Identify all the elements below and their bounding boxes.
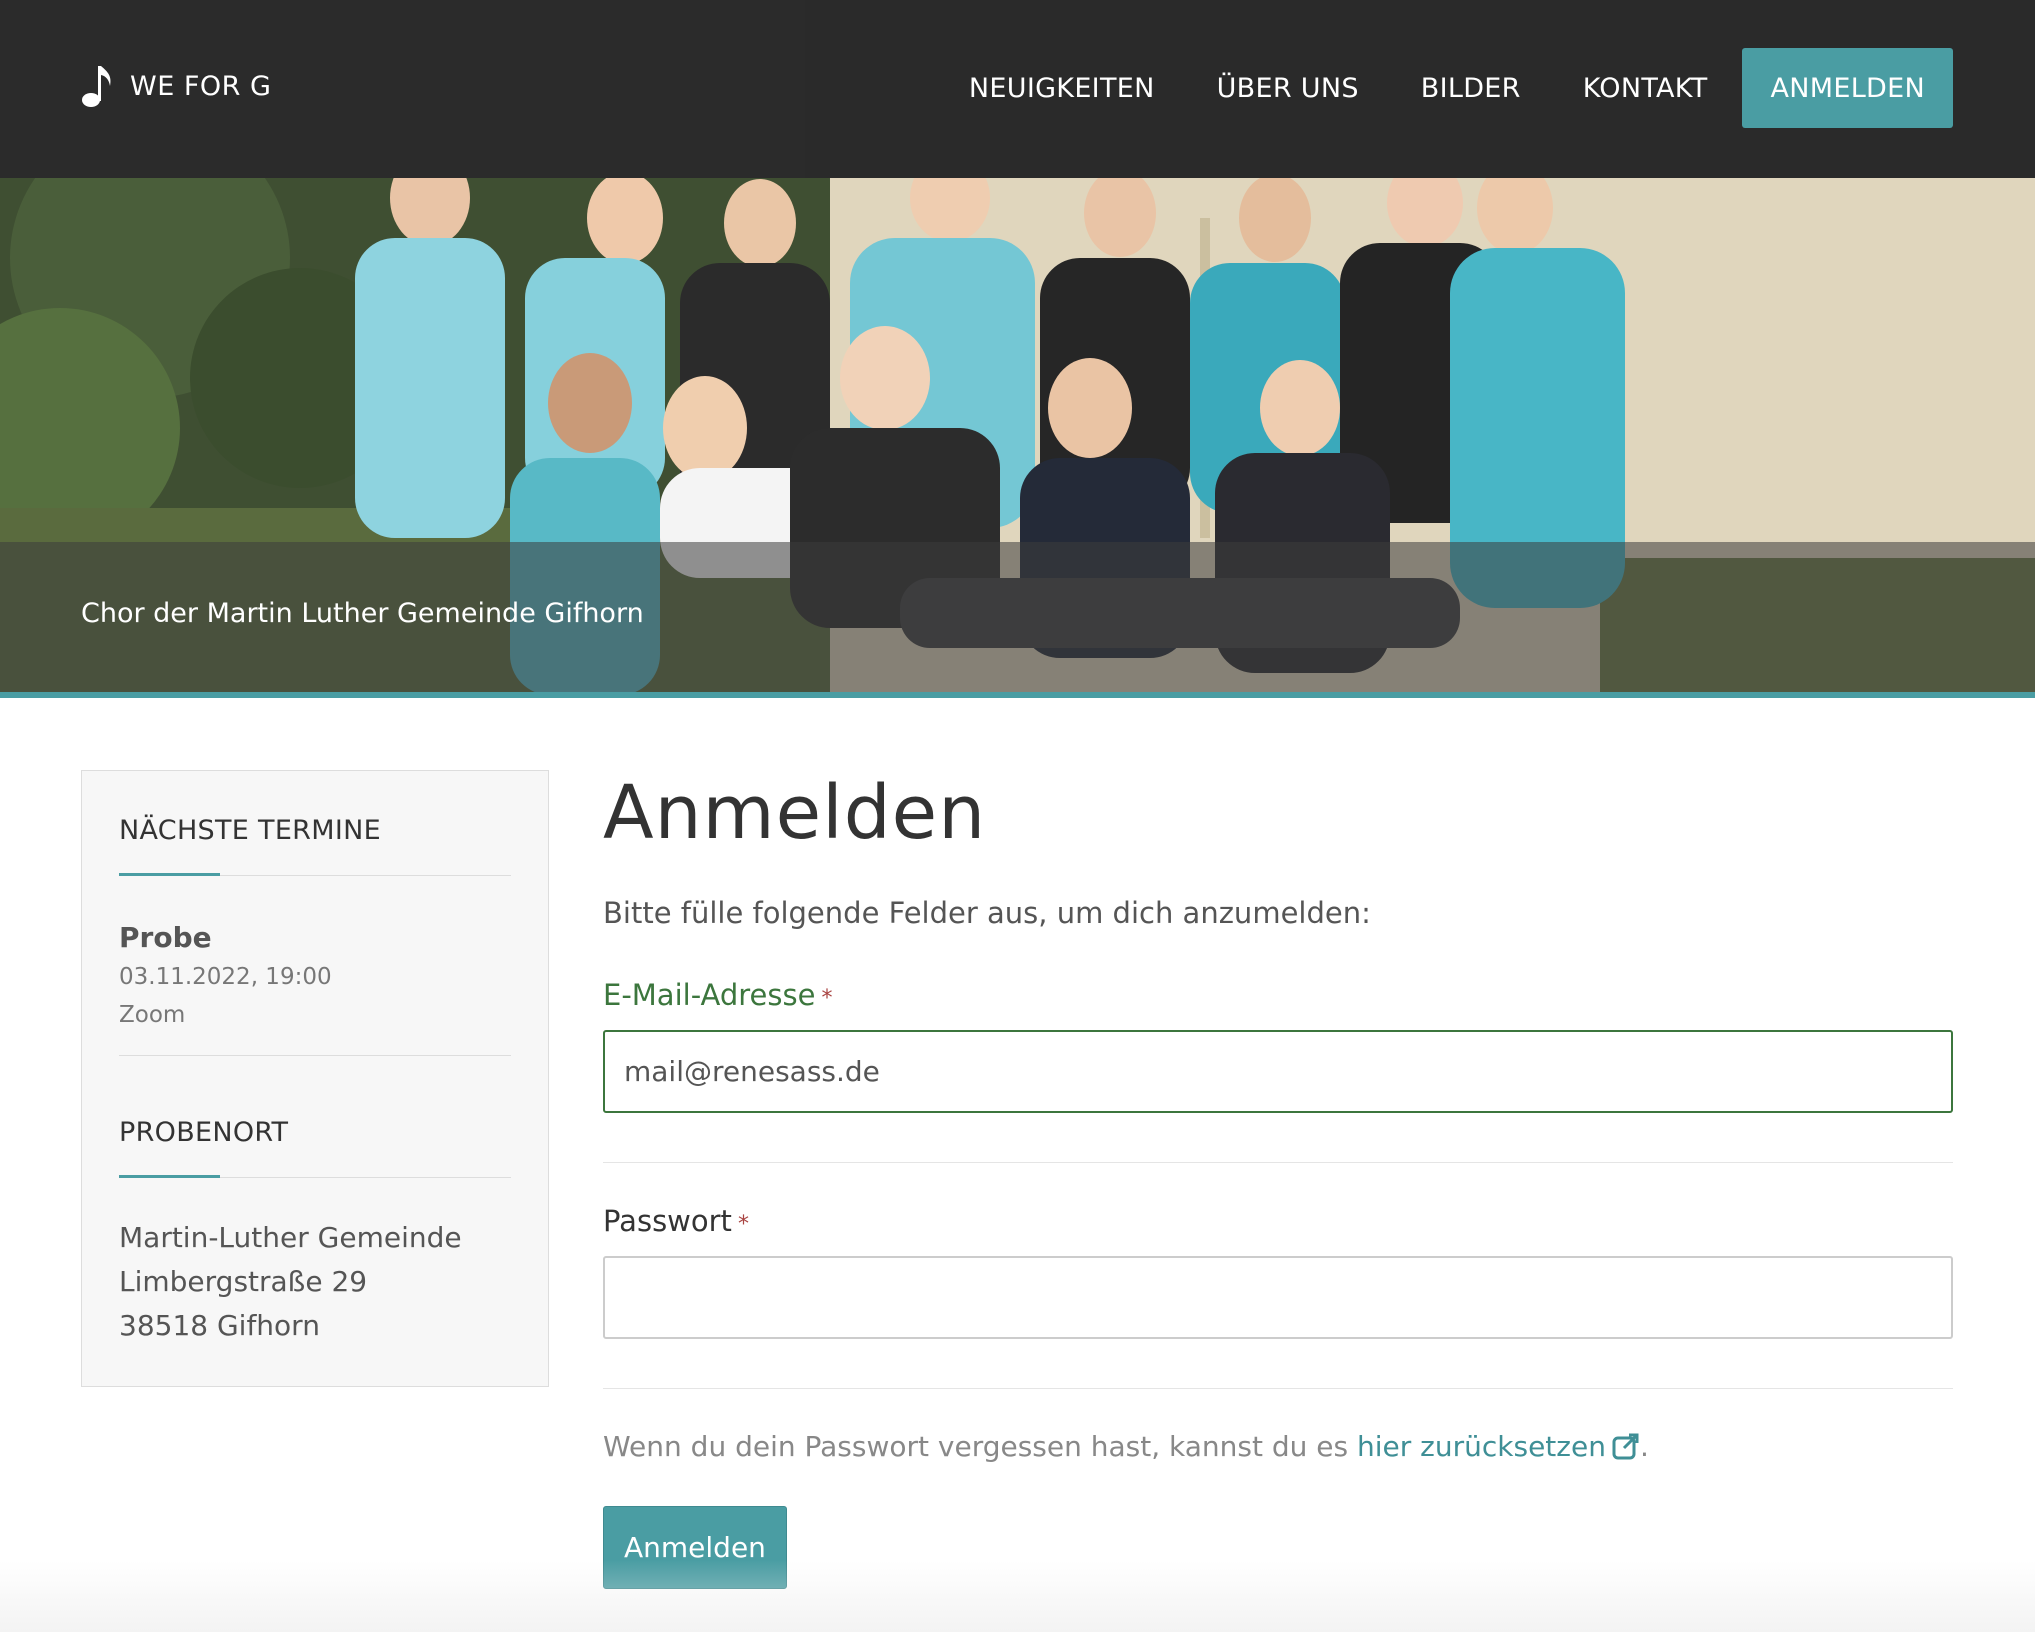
address-line: Limbergstraße 29 — [119, 1265, 368, 1298]
login-submit-button[interactable]: Anmelden — [603, 1506, 787, 1589]
bottom-fade — [0, 1560, 2035, 1632]
form-divider — [603, 1388, 1953, 1389]
nav-item-neuigkeiten[interactable]: NEUIGKEITEN — [969, 73, 1155, 104]
sidebar: NÄCHSTE TERMINE Probe 03.11.2022, 19:00 … — [81, 770, 549, 1387]
hero-banner: Chor der Martin Luther Gemeinde Gifhorn — [0, 178, 2035, 695]
nav-item-ueber-uns[interactable]: ÜBER UNS — [1217, 73, 1359, 104]
email-label: E-Mail-Adresse * — [603, 978, 832, 1012]
reset-password-link[interactable]: hier zurücksetzen — [1357, 1430, 1640, 1463]
address-line: 38518 Gifhorn — [119, 1309, 320, 1342]
forgot-password-end: . — [1639, 1430, 1649, 1463]
brand-name: WE FOR G — [130, 70, 272, 102]
required-marker: * — [737, 1212, 749, 1237]
main-nav: NEUIGKEITEN ÜBER UNS BILDER KONTAKT ANME… — [907, 48, 1953, 128]
address-line: Martin-Luther Gemeinde — [119, 1221, 462, 1254]
required-marker: * — [821, 986, 833, 1011]
hero-divider — [0, 692, 2035, 698]
password-field[interactable] — [603, 1256, 1953, 1339]
external-link-icon — [1612, 1433, 1639, 1460]
password-label-text: Passwort — [603, 1204, 732, 1238]
email-field[interactable] — [603, 1030, 1953, 1113]
nav-item-bilder[interactable]: BILDER — [1421, 73, 1521, 104]
section-divider — [119, 1055, 511, 1056]
form-intro: Bitte fülle folgende Felder aus, um dich… — [603, 896, 1371, 930]
upcoming-events-heading: NÄCHSTE TERMINE — [119, 815, 381, 846]
email-label-text: E-Mail-Adresse — [603, 978, 816, 1012]
form-divider — [603, 1162, 1953, 1163]
nav-login-button[interactable]: ANMELDEN — [1742, 48, 1953, 128]
page-title: Anmelden — [603, 770, 987, 856]
hero-caption: Chor der Martin Luther Gemeinde Gifhorn — [81, 598, 644, 629]
top-navbar: WE FOR G NEUIGKEITEN ÜBER UNS BILDER KON… — [0, 0, 2035, 178]
event-title[interactable]: Probe — [119, 921, 212, 954]
music-note-icon — [82, 66, 111, 107]
heading-accent — [119, 1175, 220, 1178]
forgot-password-text: Wenn du dein Passwort vergessen hast, ka… — [603, 1430, 1349, 1463]
brand-link[interactable]: WE FOR G — [80, 62, 271, 110]
event-place: Zoom — [119, 1002, 186, 1028]
event-datetime: 03.11.2022, 19:00 — [119, 964, 332, 990]
forgot-password-hint: Wenn du dein Passwort vergessen hast, ka… — [603, 1430, 1649, 1463]
heading-accent — [119, 873, 220, 876]
nav-item-kontakt[interactable]: KONTAKT — [1583, 73, 1708, 104]
password-label: Passwort * — [603, 1204, 749, 1238]
rehearsal-location-heading: PROBENORT — [119, 1117, 289, 1148]
reset-password-link-text: hier zurücksetzen — [1357, 1430, 1606, 1463]
